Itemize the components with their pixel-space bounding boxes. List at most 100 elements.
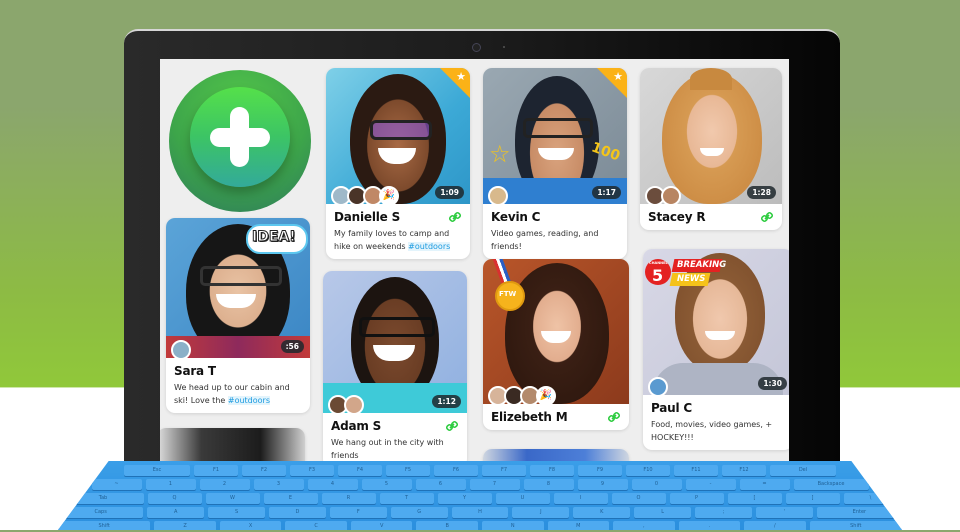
key-f6[interactable]: F6 [434,465,478,476]
key-h[interactable]: H [451,507,509,518]
key-[interactable]: . [678,521,741,530]
video-card[interactable]: IDEA! :56 Sara T We head up to our cabin… [166,218,310,413]
link-icon[interactable] [446,420,458,432]
key-del[interactable]: Del [770,465,836,476]
party-icon: 🎉 [379,186,399,206]
key-5[interactable]: 5 [361,479,412,490]
key-[interactable]: ' [755,507,813,518]
video-thumbnail[interactable]: ★ 🎉 1:09 [326,68,470,206]
key-r[interactable]: R [321,493,376,504]
key-m[interactable]: M [547,521,610,530]
key-6[interactable]: 6 [415,479,466,490]
glasses [523,118,593,138]
key-a[interactable]: A [147,507,205,518]
key-d[interactable]: D [269,507,326,518]
key-f4[interactable]: F4 [338,465,382,476]
key-p[interactable]: P [669,493,724,504]
key-f2[interactable]: F2 [242,465,286,476]
key-f11[interactable]: F11 [674,465,718,476]
card-name: Elizebeth M [491,410,568,424]
video-thumbnail[interactable]: 1:12 [323,271,467,415]
key-f[interactable]: F [329,507,387,518]
key-tab[interactable]: Tab [62,493,144,504]
key-4[interactable]: 4 [307,479,358,490]
key-c[interactable]: C [285,521,347,530]
hashtag-link[interactable]: #outdoors [227,396,270,405]
key-backspace[interactable]: Backspace [793,479,869,490]
key-s[interactable]: S [208,507,265,518]
key-t[interactable]: T [379,493,434,504]
key-z[interactable]: Z [154,521,216,530]
key-9[interactable]: 9 [577,479,628,490]
key-[interactable]: - [685,479,736,490]
key-e[interactable]: E [263,493,318,504]
key-l[interactable]: L [634,507,692,518]
idea-sticker-text: IDEA! [252,229,297,246]
key-n[interactable]: N [482,521,544,530]
key-k[interactable]: K [573,507,631,518]
video-thumbnail[interactable]: FTW 🎉 [483,259,629,406]
key-q[interactable]: Q [147,493,202,504]
key-j[interactable]: J [512,507,570,518]
key-shift[interactable]: Shift [58,521,151,530]
card-description: Food, movies, video games, + HOCKEY!!! [651,420,773,442]
key-f10[interactable]: F10 [626,465,670,476]
key-[interactable]: \ [843,493,898,504]
key-f1[interactable]: F1 [194,465,238,476]
key-b[interactable]: B [416,521,478,530]
key-2[interactable]: 2 [199,479,250,490]
key-x[interactable]: X [219,521,282,530]
medal-ribbon [492,259,512,283]
key-esc[interactable]: Esc [124,465,190,476]
keyboard-row-qwerty: Tab Q W E R T Y U I O P[] \ [58,493,902,504]
key-[interactable]: ~ [91,479,142,490]
video-card[interactable]: ☆ 100 ★ 1:17 Kevin C Video games, readin… [483,68,627,259]
key-i[interactable]: I [553,493,608,504]
key-shift[interactable]: Shift [809,521,902,530]
key-[interactable]: , [613,521,675,530]
key-caps[interactable]: Caps [58,507,144,518]
key-y[interactable]: Y [437,493,492,504]
glasses [359,317,435,337]
key-u[interactable]: U [495,493,550,504]
key-0[interactable]: 0 [631,479,682,490]
video-thumbnail[interactable]: IDEA! :56 [166,218,310,360]
video-thumbnail[interactable]: ☆ 100 ★ 1:17 [483,68,627,206]
video-card[interactable]: 1:28 Stacey R [640,68,782,230]
key-w[interactable]: W [205,493,260,504]
link-icon[interactable] [761,211,773,223]
key-1[interactable]: 1 [145,479,196,490]
key-enter[interactable]: Enter [816,507,902,518]
star-icon: ★ [456,70,466,83]
key-[interactable]: / [744,521,806,530]
key-[interactable]: [ [727,493,782,504]
hashtag-link[interactable]: #outdoors [408,242,451,251]
key-f3[interactable]: F3 [290,465,334,476]
video-card[interactable]: ★ 🎉 1:09 Danielle S My family loves to c… [326,68,470,259]
video-card[interactable]: FTW 🎉 Elizebeth M [483,259,629,430]
key-f9[interactable]: F9 [578,465,622,476]
key-[interactable]: ] [785,493,840,504]
video-thumbnail[interactable]: 1:28 [640,68,782,206]
link-icon[interactable] [608,411,620,423]
key-[interactable]: = [739,479,790,490]
key-f7[interactable]: F7 [482,465,526,476]
key-f8[interactable]: F8 [530,465,574,476]
key-3[interactable]: 3 [253,479,304,490]
key-8[interactable]: 8 [523,479,574,490]
video-duration: :56 [280,340,304,353]
add-video-button[interactable] [169,70,311,212]
key-f5[interactable]: F5 [386,465,430,476]
video-thumbnail[interactable]: CHANNEL 5 BREAKING NEWS 1:30 [643,249,789,397]
key-7[interactable]: 7 [469,479,520,490]
link-icon[interactable] [449,211,461,223]
video-duration: 1:17 [592,186,621,199]
video-card[interactable]: 1:12 Adam S We hang out in the city with… [323,271,467,468]
key-v[interactable]: V [350,521,413,530]
key-o[interactable]: O [611,493,666,504]
key-g[interactable]: G [390,507,448,518]
key-f12[interactable]: F12 [722,465,766,476]
video-card[interactable]: CHANNEL 5 BREAKING NEWS 1:30 Paul C Food… [643,249,789,450]
keyboard-row-home: Caps A S D F G H J K L; ' Enter [58,507,902,518]
key-[interactable]: ; [695,507,752,518]
